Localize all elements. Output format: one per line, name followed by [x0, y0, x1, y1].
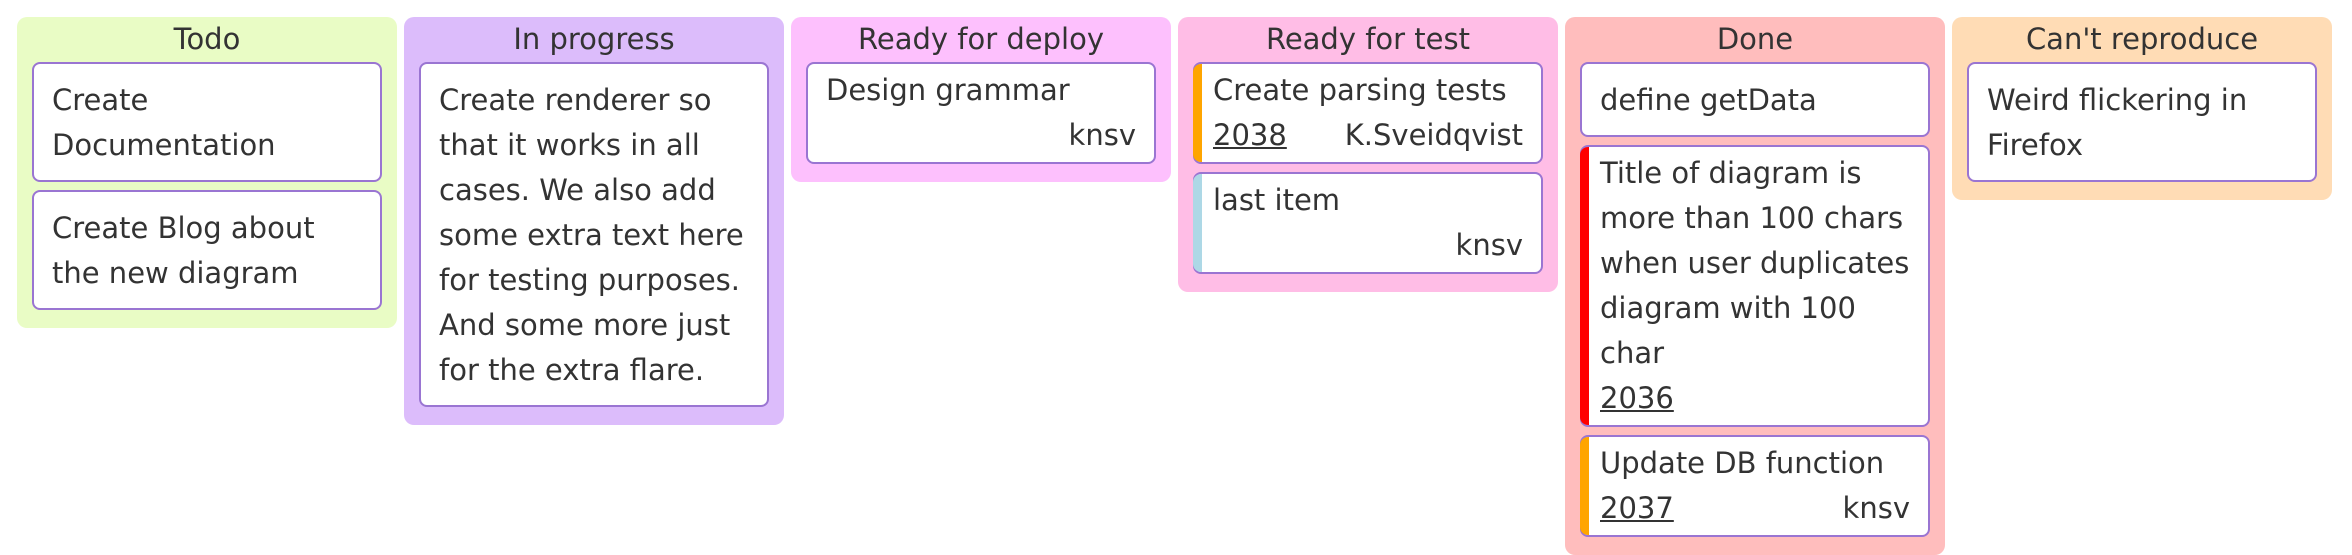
- card[interactable]: Create Documentation: [32, 62, 382, 182]
- card[interactable]: Design grammar knsv: [806, 62, 1156, 164]
- kanban-board: Todo Create Documentation Create Blog ab…: [17, 17, 2332, 555]
- card-list: Create Documentation Create Blog about t…: [17, 62, 397, 310]
- column-ready-for-test: Ready for test Create parsing tests 2038…: [1178, 17, 1558, 292]
- card-text: Title of diagram is more than 100 chars …: [1600, 156, 1910, 370]
- card-meta: 2036: [1600, 376, 1910, 421]
- ticket-link[interactable]: 2036: [1600, 376, 1674, 421]
- card-list: define getData Title of diagram is more …: [1565, 62, 1945, 537]
- card[interactable]: Weird flickering in Firefox: [1967, 62, 2317, 182]
- column-ready-for-deploy: Ready for deploy Design grammar knsv: [791, 17, 1171, 182]
- priority-bar: [1193, 64, 1202, 162]
- card[interactable]: Title of diagram is more than 100 chars …: [1580, 145, 1930, 427]
- card[interactable]: Create renderer so that it works in all …: [419, 62, 769, 407]
- card-text: Create renderer so that it works in all …: [439, 83, 744, 387]
- card-list: Design grammar knsv: [791, 62, 1171, 164]
- ticket-link[interactable]: 2038: [1213, 113, 1287, 158]
- card-text: Weird flickering in Firefox: [1987, 83, 2248, 162]
- card-assignee: knsv: [1068, 118, 1136, 152]
- column-todo: Todo Create Documentation Create Blog ab…: [17, 17, 397, 328]
- column-title: Can't reproduce: [2025, 22, 2259, 56]
- card[interactable]: define getData: [1580, 62, 1930, 137]
- card-meta: 2038 K.Sveidqvist: [1213, 113, 1523, 158]
- card-assignee: knsv: [1455, 228, 1523, 262]
- column-title: Todo: [173, 22, 241, 56]
- column-in-progress: In progress Create renderer so that it w…: [404, 17, 784, 425]
- card[interactable]: Create parsing tests 2038 K.Sveidqvist: [1193, 62, 1543, 164]
- column-title: Ready for deploy: [858, 22, 1104, 56]
- priority-bar: [1580, 437, 1589, 535]
- card-text: define getData: [1600, 83, 1817, 117]
- card-assignee: K.Sveidqvist: [1344, 118, 1523, 152]
- card-text: Design grammar: [826, 73, 1070, 107]
- card-text: Create Blog about the new diagram: [52, 211, 315, 290]
- card-text: last item: [1213, 183, 1341, 217]
- card-meta: knsv: [826, 113, 1136, 158]
- card-list: Create renderer so that it works in all …: [404, 62, 784, 407]
- card-text: Create Documentation: [52, 83, 276, 162]
- card[interactable]: last item knsv: [1193, 172, 1543, 274]
- card-text: Create parsing tests: [1213, 73, 1507, 107]
- card-assignee: knsv: [1842, 491, 1910, 525]
- column-done: Done define getData Title of diagram is …: [1565, 17, 1945, 555]
- ticket-link[interactable]: 2037: [1600, 486, 1674, 531]
- card-list: Create parsing tests 2038 K.Sveidqvist l…: [1178, 62, 1558, 274]
- priority-bar: [1193, 174, 1202, 272]
- column-title: Ready for test: [1265, 22, 1471, 56]
- card-list: Weird flickering in Firefox: [1952, 62, 2332, 182]
- card[interactable]: Update DB function 2037 knsv: [1580, 435, 1930, 537]
- card-text: Update DB function: [1600, 446, 1885, 480]
- card-meta: knsv: [1213, 223, 1523, 268]
- column-cant-reproduce: Can't reproduce Weird flickering in Fire…: [1952, 17, 2332, 200]
- card[interactable]: Create Blog about the new diagram: [32, 190, 382, 310]
- priority-bar: [1580, 147, 1589, 425]
- column-title: In progress: [513, 22, 675, 56]
- card-meta: 2037 knsv: [1600, 486, 1910, 531]
- column-title: Done: [1716, 22, 1794, 56]
